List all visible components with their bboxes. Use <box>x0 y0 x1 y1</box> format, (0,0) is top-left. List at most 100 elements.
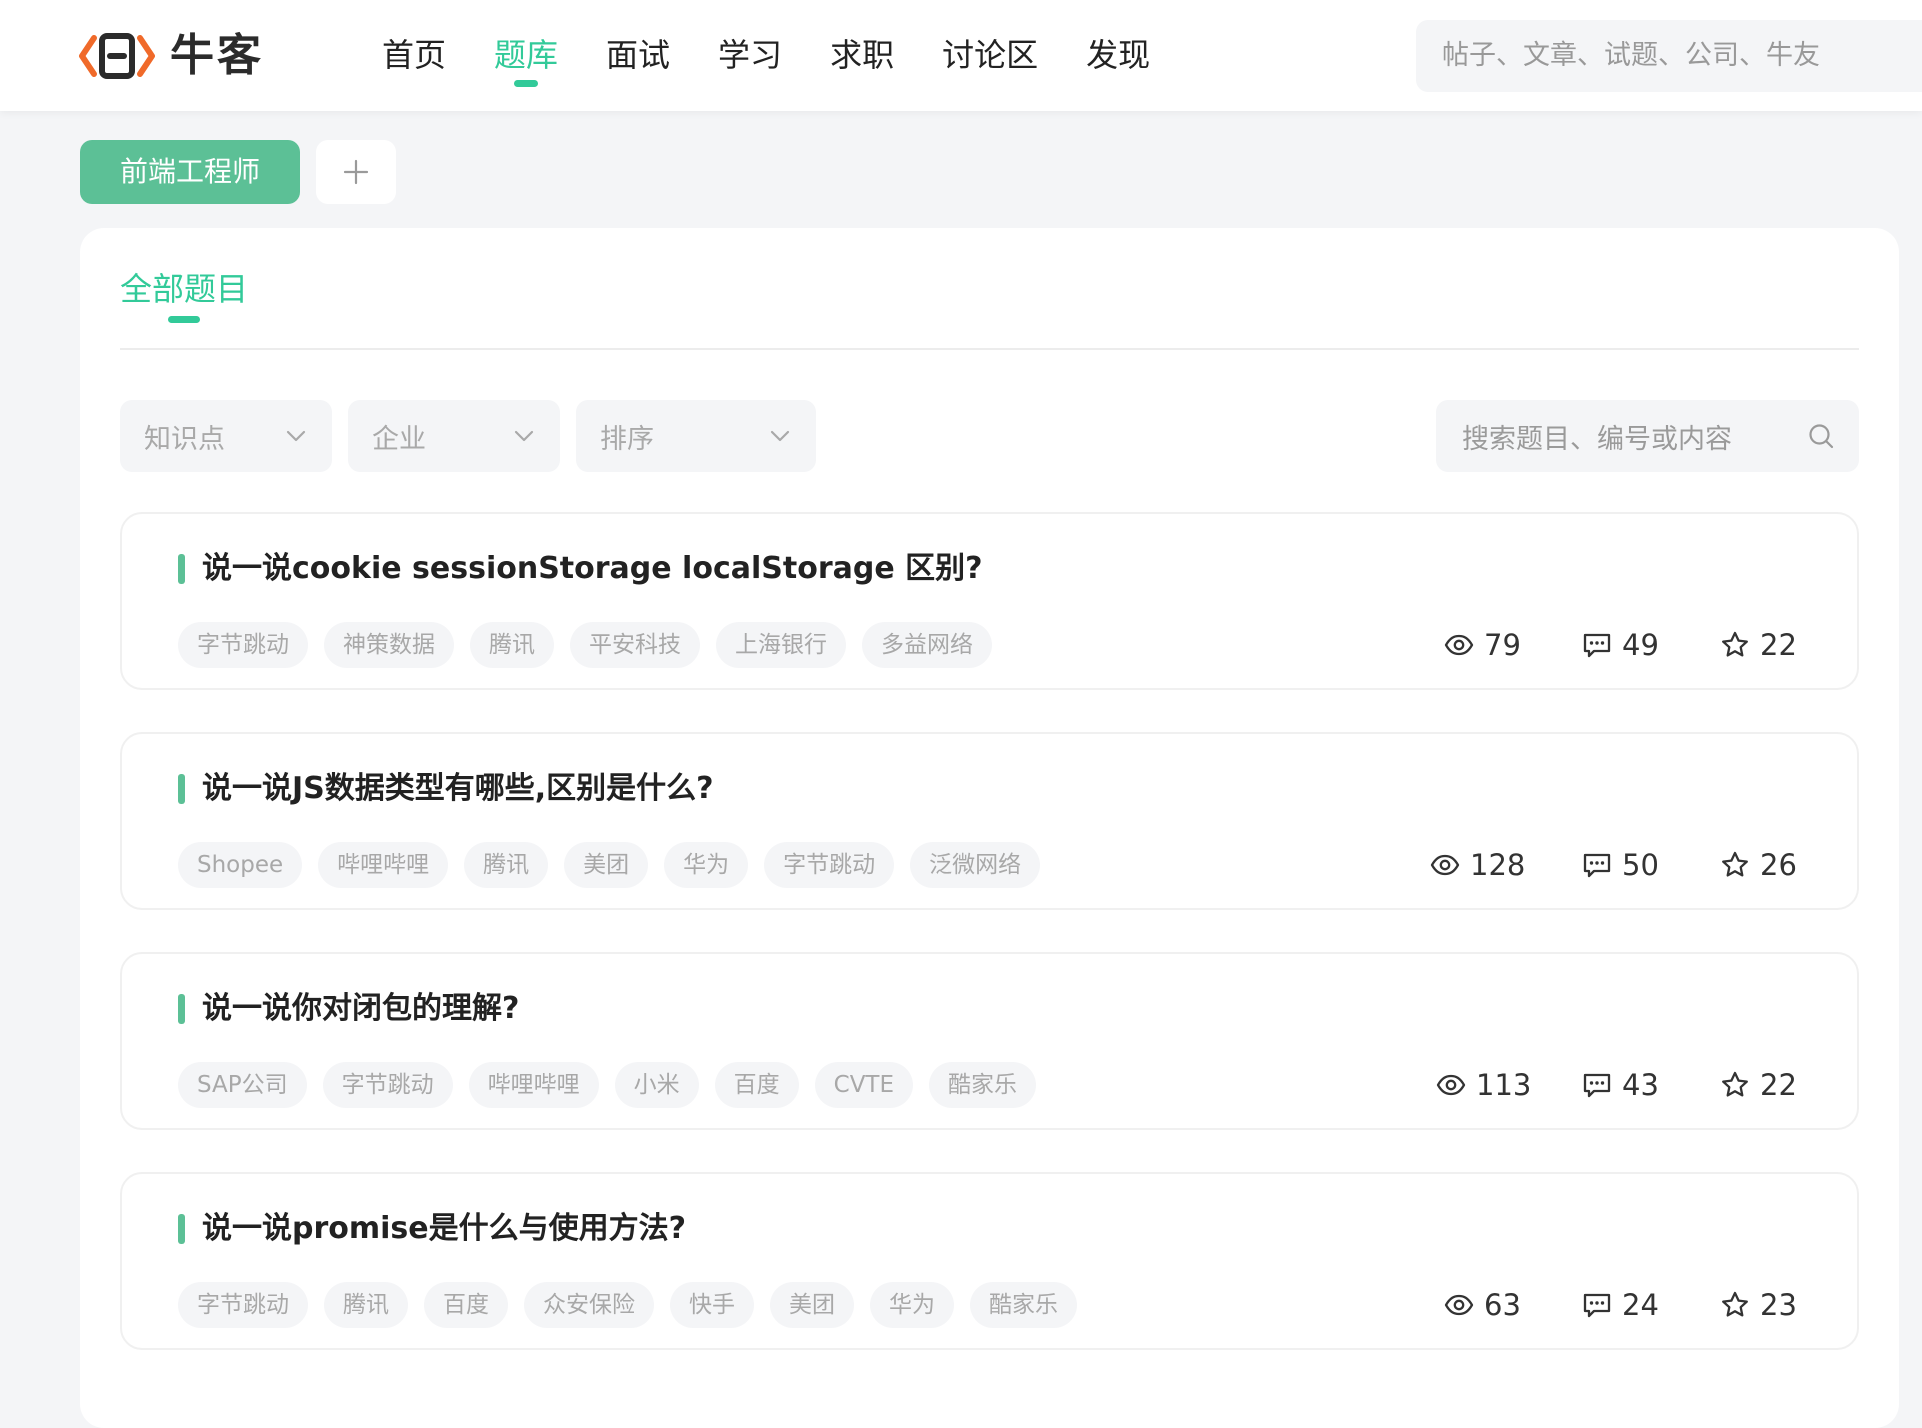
company-filter-label: 企业 <box>372 423 426 455</box>
comment-icon <box>1583 1073 1611 1098</box>
knowledge-point-filter[interactable]: 知识点 <box>120 400 332 472</box>
tab-all-questions[interactable]: 全部题目 <box>120 266 248 312</box>
comment-count[interactable]: 50 <box>1582 842 1659 888</box>
company-tag[interactable]: 华为 <box>664 842 749 888</box>
nav-item-study[interactable]: 学习 <box>718 0 782 111</box>
company-tag[interactable]: 腾讯 <box>470 622 554 668</box>
company-tag[interactable]: 神策数据 <box>324 622 454 668</box>
comment-count[interactable]: 49 <box>1582 622 1659 668</box>
global-search-input[interactable]: 帖子、文章、试题、公司、牛友 <box>1416 20 1922 92</box>
comment-icon <box>1583 633 1611 658</box>
view-count: 128 <box>1430 842 1525 888</box>
company-tag[interactable]: Shopee <box>178 842 303 888</box>
question-card[interactable]: 说一说你对闭包的理解? SAP公司 字节跳动 哔哩哔哩 小米 百度 CVTE 酷… <box>120 952 1859 1130</box>
question-title[interactable]: 说一说JS数据类型有哪些,区别是什么? <box>202 764 714 814</box>
view-count-value: 113 <box>1476 1068 1532 1102</box>
chevron-down-icon <box>286 430 306 442</box>
question-card[interactable]: 说一说JS数据类型有哪些,区别是什么? Shopee 哔哩哔哩 腾讯 美团 华为… <box>120 732 1859 910</box>
company-tag[interactable]: 字节跳动 <box>178 1282 308 1328</box>
company-tag-list: 字节跳动 腾讯 百度 众安保险 快手 美团 华为 酷家乐 <box>178 1282 1077 1328</box>
company-tag[interactable]: 多益网络 <box>862 622 992 668</box>
company-tag-list: Shopee 哔哩哔哩 腾讯 美团 华为 字节跳动 泛微网络 <box>178 842 1041 888</box>
company-tag[interactable]: 小米 <box>614 1062 699 1108</box>
company-tag[interactable]: 腾讯 <box>464 842 549 888</box>
main-nav: 首页 题库 面试 学习 求职 讨论区 发现 <box>382 0 1198 111</box>
favorite-count-value: 22 <box>1760 1068 1797 1102</box>
comment-icon <box>1583 1293 1611 1318</box>
nav-item-home[interactable]: 首页 <box>382 0 446 111</box>
company-filter[interactable]: 企业 <box>348 400 560 472</box>
comment-count[interactable]: 24 <box>1582 1282 1659 1328</box>
favorite-count[interactable]: 23 <box>1720 1282 1797 1328</box>
job-tag-frontend[interactable]: 前端工程师 <box>80 140 300 204</box>
nav-item-job-seeking[interactable]: 求职 <box>830 0 894 111</box>
favorite-count-value: 26 <box>1760 848 1797 882</box>
company-tag[interactable]: 众安保险 <box>524 1282 654 1328</box>
company-tag-list: 字节跳动 神策数据 腾讯 平安科技 上海银行 多益网络 <box>178 622 992 668</box>
favorite-count[interactable]: 22 <box>1720 622 1797 668</box>
star-icon <box>1722 851 1748 877</box>
favorite-count-value: 23 <box>1760 1288 1797 1322</box>
favorite-count[interactable]: 26 <box>1720 842 1797 888</box>
comment-count-value: 43 <box>1622 1068 1659 1102</box>
question-list-panel: 全部题目 知识点 企业 排序 搜索题目、编号或内容 说一说cookie sess… <box>80 228 1899 1428</box>
company-tag[interactable]: CVTE <box>814 1062 914 1108</box>
nav-item-question-bank[interactable]: 题库 <box>494 0 558 111</box>
search-icon[interactable] <box>1807 422 1835 450</box>
active-tab-indicator <box>168 316 200 323</box>
question-card[interactable]: 说一说promise是什么与使用方法? 字节跳动 腾讯 百度 众安保险 快手 美… <box>120 1172 1859 1350</box>
view-count-value: 79 <box>1484 628 1521 662</box>
company-tag[interactable]: 酷家乐 <box>970 1282 1077 1328</box>
title-accent-bar <box>178 994 185 1024</box>
favorite-count-value: 22 <box>1760 628 1797 662</box>
question-search-input[interactable]: 搜索题目、编号或内容 <box>1436 400 1859 472</box>
company-tag[interactable]: SAP公司 <box>178 1062 307 1108</box>
view-count: 79 <box>1444 622 1521 668</box>
company-tag[interactable]: 百度 <box>424 1282 508 1328</box>
star-icon <box>1722 1291 1748 1317</box>
comment-count-value: 50 <box>1622 848 1659 882</box>
view-count-value: 128 <box>1470 848 1526 882</box>
comment-count-value: 24 <box>1622 1288 1659 1322</box>
company-tag[interactable]: 字节跳动 <box>322 1062 453 1108</box>
question-title[interactable]: 说一说你对闭包的理解? <box>202 984 519 1034</box>
star-icon <box>1722 631 1748 657</box>
eye-icon <box>1436 1074 1466 1096</box>
question-title[interactable]: 说一说promise是什么与使用方法? <box>202 1204 686 1254</box>
company-tag[interactable]: 酷家乐 <box>929 1062 1037 1108</box>
title-accent-bar <box>178 1214 185 1244</box>
company-tag[interactable]: 美团 <box>770 1282 854 1328</box>
company-tag[interactable]: 美团 <box>564 842 649 888</box>
comment-count[interactable]: 43 <box>1582 1062 1659 1108</box>
knowledge-point-filter-label: 知识点 <box>144 423 225 455</box>
company-tag-list: SAP公司 字节跳动 哔哩哔哩 小米 百度 CVTE 酷家乐 <box>178 1062 1037 1108</box>
chevron-down-icon <box>514 430 534 442</box>
eye-icon <box>1444 1294 1474 1316</box>
company-tag[interactable]: 上海银行 <box>716 622 846 668</box>
star-icon <box>1722 1071 1748 1097</box>
sort-filter[interactable]: 排序 <box>576 400 816 472</box>
comment-icon <box>1583 853 1611 878</box>
nav-item-discover[interactable]: 发现 <box>1086 0 1150 111</box>
favorite-count[interactable]: 22 <box>1720 1062 1797 1108</box>
company-tag[interactable]: 字节跳动 <box>764 842 895 888</box>
company-tag[interactable]: 哔哩哔哩 <box>468 1062 599 1108</box>
company-tag[interactable]: 腾讯 <box>324 1282 408 1328</box>
question-card[interactable]: 说一说cookie sessionStorage localStorage 区别… <box>120 512 1859 690</box>
company-tag[interactable]: 哔哩哔哩 <box>318 842 449 888</box>
question-search-placeholder: 搜索题目、编号或内容 <box>1462 423 1732 455</box>
company-tag[interactable]: 平安科技 <box>570 622 700 668</box>
eye-icon <box>1430 854 1460 876</box>
question-title[interactable]: 说一说cookie sessionStorage localStorage 区别… <box>202 544 983 594</box>
company-tag[interactable]: 百度 <box>714 1062 799 1108</box>
company-tag[interactable]: 快手 <box>670 1282 754 1328</box>
company-tag[interactable]: 字节跳动 <box>178 622 308 668</box>
view-count: 113 <box>1436 1062 1531 1108</box>
nav-item-discussion[interactable]: 讨论区 <box>942 0 1038 111</box>
add-job-tag-button[interactable] <box>316 140 396 204</box>
nav-item-interview[interactable]: 面试 <box>606 0 670 111</box>
company-tag[interactable]: 泛微网络 <box>910 842 1041 888</box>
logo-text: 牛客 <box>170 30 264 81</box>
company-tag[interactable]: 华为 <box>870 1282 954 1328</box>
site-logo[interactable]: 牛客 <box>78 28 264 84</box>
